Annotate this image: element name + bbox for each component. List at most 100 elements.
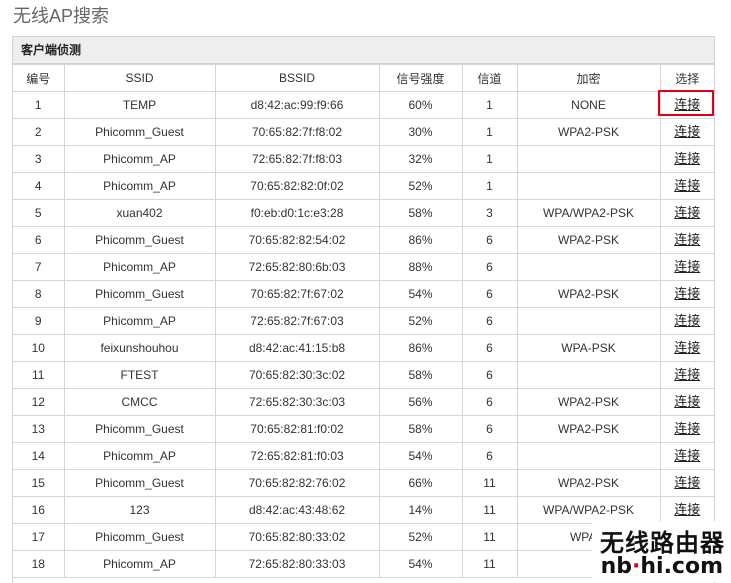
cell-signal: 66% — [378, 469, 463, 497]
cell-bssid: 72:65:82:81:f0:03 — [214, 442, 380, 470]
connect-link[interactable]: 连接 — [674, 150, 700, 168]
cell-encryption: WPA/WPA2-PSK — [516, 199, 661, 227]
connect-link[interactable]: 连接 — [674, 447, 700, 465]
cell-select: 连接 — [659, 253, 714, 281]
connect-link[interactable]: 连接 — [674, 123, 700, 141]
col-header-bssid: BSSID — [214, 64, 380, 92]
connect-link[interactable]: 连接 — [674, 96, 700, 114]
cell-channel: 6 — [461, 226, 518, 254]
col-header-encryption: 加密 — [516, 64, 661, 92]
cell-encryption: WPA2-PSK — [516, 415, 661, 443]
table-row: 9 Phicomm_AP 72:65:82:7f:67:03 52% 6 连接 — [13, 307, 714, 335]
connect-link[interactable]: 连接 — [674, 420, 700, 438]
cell-bssid: 70:65:82:80:33:02 — [214, 523, 380, 551]
cell-select: 连接 — [659, 226, 714, 254]
table-row: 11 FTEST 70:65:82:30:3c:02 58% 6 连接 — [13, 361, 714, 389]
client-detection-panel: 客户端侦测 编号 SSID BSSID 信号强度 信道 加密 选择 1 TEMP d… — [12, 36, 715, 583]
cell-bssid: 70:65:82:82:54:02 — [214, 226, 380, 254]
watermark-en-right: hi.com — [640, 554, 723, 579]
cell-bssid: 72:65:82:7f:67:03 — [214, 307, 380, 335]
table-row: 14 Phicomm_AP 72:65:82:81:f0:03 54% 6 连接 — [13, 442, 714, 470]
cell-signal: 32% — [378, 145, 463, 173]
connect-link[interactable]: 连接 — [674, 312, 700, 330]
cell-signal: 60% — [378, 91, 463, 119]
cell-channel: 6 — [461, 307, 518, 335]
connect-link[interactable]: 连接 — [674, 204, 700, 222]
cell-no: 8 — [13, 280, 65, 308]
panel-title: 客户端侦测 — [13, 37, 714, 64]
connect-link[interactable]: 连接 — [674, 366, 700, 384]
cell-ssid: Phicomm_Guest — [63, 415, 216, 443]
cell-no: 11 — [13, 361, 65, 389]
page-title: 无线AP搜索 — [13, 6, 110, 26]
cell-select: 连接 — [659, 442, 714, 470]
connect-link[interactable]: 连接 — [674, 501, 700, 519]
cell-select: 连接 — [659, 496, 714, 524]
cell-select: 连接 — [659, 118, 714, 146]
connect-link[interactable]: 连接 — [674, 393, 700, 411]
cell-bssid: 70:65:82:30:3c:02 — [214, 361, 380, 389]
cell-ssid: Phicomm_AP — [63, 172, 216, 200]
cell-signal: 54% — [378, 550, 463, 578]
cell-select: 连接 — [659, 415, 714, 443]
cell-encryption: WPA2-PSK — [516, 118, 661, 146]
connect-link[interactable]: 连接 — [674, 231, 700, 249]
cell-no: 16 — [13, 496, 65, 524]
cell-select: 连接 — [659, 280, 714, 308]
watermark-logo: 无线路由器 nb·hi.com — [592, 521, 731, 582]
cell-bssid: f0:eb:d0:1c:e3:28 — [214, 199, 380, 227]
connect-link[interactable]: 连接 — [674, 177, 700, 195]
cell-signal: 56% — [378, 388, 463, 416]
cell-channel: 6 — [461, 442, 518, 470]
cell-select: 连接 — [659, 91, 714, 119]
cell-signal: 86% — [378, 226, 463, 254]
cell-encryption: WPA2-PSK — [516, 388, 661, 416]
table-row: 1 TEMP d8:42:ac:99:f9:66 60% 1 NONE 连接 — [13, 91, 714, 119]
cell-select: 连接 — [659, 469, 714, 497]
cell-signal: 54% — [378, 280, 463, 308]
cell-signal: 58% — [378, 361, 463, 389]
table-row: 13 Phicomm_Guest 70:65:82:81:f0:02 58% 6 WPA2… — [13, 415, 714, 443]
cell-encryption — [516, 442, 661, 470]
cell-ssid: Phicomm_Guest — [63, 280, 216, 308]
cell-ssid: Phicomm_AP — [63, 442, 216, 470]
table-row: 10 feixunshouhou d8:42:ac:41:15:b8 86% 6 WPA-… — [13, 334, 714, 362]
connect-link[interactable]: 连接 — [674, 474, 700, 492]
cell-no: 9 — [13, 307, 65, 335]
col-header-channel: 信道 — [461, 64, 518, 92]
cell-signal: 54% — [378, 442, 463, 470]
cell-encryption — [516, 172, 661, 200]
ap-scan-table: 编号 SSID BSSID 信号强度 信道 加密 选择 1 TEMP d8:42:a… — [13, 64, 714, 578]
cell-ssid: Phicomm_AP — [63, 145, 216, 173]
watermark-en-text: nb·hi.com — [601, 554, 723, 579]
cell-select: 连接 — [659, 172, 714, 200]
table-row: 5 xuan402 f0:eb:d0:1c:e3:28 58% 3 WPA/WPA2-PS… — [13, 199, 714, 227]
cell-encryption: NONE — [516, 91, 661, 119]
col-header-ssid: SSID — [63, 64, 216, 92]
table-row: 8 Phicomm_Guest 70:65:82:7f:67:02 54% 6 WPA2-… — [13, 280, 714, 308]
table-row: 7 Phicomm_AP 72:65:82:80:6b:03 88% 6 连接 — [13, 253, 714, 281]
table-row: 2 Phicomm_Guest 70:65:82:7f:f8:02 30% 1 WPA2-… — [13, 118, 714, 146]
cell-bssid: 72:65:82:7f:f8:03 — [214, 145, 380, 173]
cell-no: 7 — [13, 253, 65, 281]
cell-no: 2 — [13, 118, 65, 146]
table-row: 3 Phicomm_AP 72:65:82:7f:f8:03 32% 1 连接 — [13, 145, 714, 173]
cell-channel: 6 — [461, 280, 518, 308]
cell-bssid: 70:65:82:82:0f:02 — [214, 172, 380, 200]
table-row: 6 Phicomm_Guest 70:65:82:82:54:02 86% 6 WPA2-… — [13, 226, 714, 254]
cell-bssid: 70:65:82:7f:f8:02 — [214, 118, 380, 146]
cell-ssid: Phicomm_Guest — [63, 469, 216, 497]
cell-channel: 1 — [461, 172, 518, 200]
cell-no: 3 — [13, 145, 65, 173]
cell-channel: 11 — [461, 496, 518, 524]
table-row: 15 Phicomm_Guest 70:65:82:82:76:02 66% 11 WPA… — [13, 469, 714, 497]
connect-link[interactable]: 连接 — [674, 285, 700, 303]
cell-channel: 1 — [461, 91, 518, 119]
cell-no: 14 — [13, 442, 65, 470]
cell-channel: 11 — [461, 469, 518, 497]
cell-ssid: feixunshouhou — [63, 334, 216, 362]
connect-link[interactable]: 连接 — [674, 339, 700, 357]
connect-link[interactable]: 连接 — [674, 258, 700, 276]
cell-bssid: 72:65:82:80:6b:03 — [214, 253, 380, 281]
cell-bssid: 70:65:82:7f:67:02 — [214, 280, 380, 308]
